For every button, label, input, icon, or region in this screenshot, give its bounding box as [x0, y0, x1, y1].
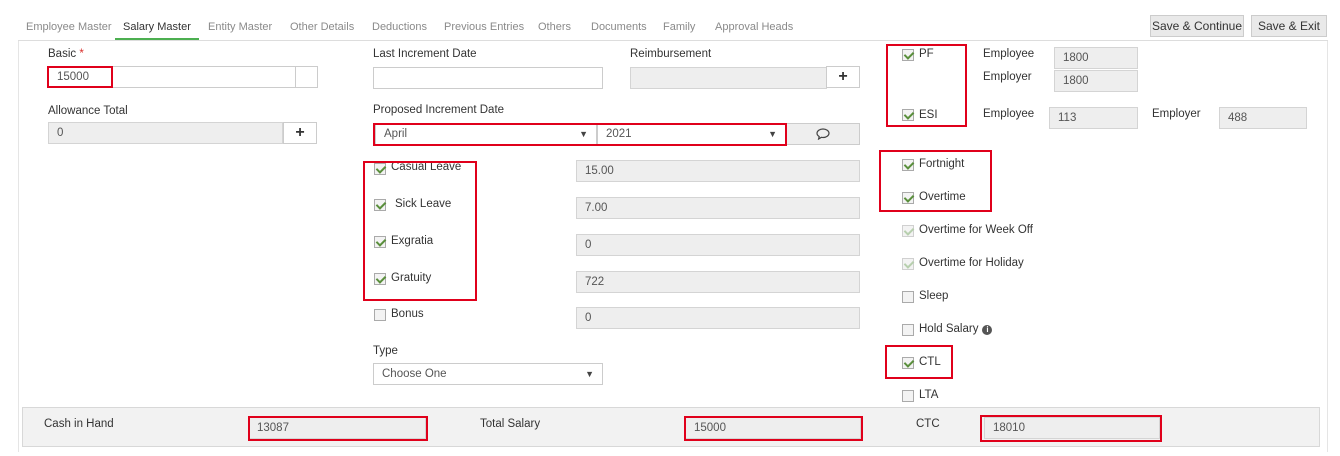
- type-select[interactable]: Choose One ▼: [373, 363, 603, 385]
- tab-bar: Employee Master Salary Master Entity Mas…: [18, 16, 1340, 40]
- proposed-increment-date-label: Proposed Increment Date: [373, 104, 505, 116]
- tab-salary-master[interactable]: Salary Master: [115, 16, 199, 40]
- cash-in-hand-input[interactable]: 13087: [248, 417, 426, 439]
- plus-icon: +: [838, 68, 848, 85]
- type-label: Type: [373, 345, 398, 357]
- exgratia-input[interactable]: 0: [576, 234, 860, 256]
- reimbursement-add-button[interactable]: +: [826, 66, 860, 88]
- gratuity-label: Gratuity: [391, 272, 432, 284]
- reimbursement-label: Reimbursement: [630, 48, 712, 60]
- increment-year-select[interactable]: 2021 ▼: [597, 123, 786, 145]
- esi-label: ESI: [919, 109, 938, 121]
- hold-salary-checkbox[interactable]: [902, 324, 914, 336]
- exgratia-checkbox[interactable]: [374, 236, 386, 248]
- sleep-label: Sleep: [919, 290, 949, 302]
- chevron-down-icon: ▼: [585, 369, 594, 379]
- chevron-down-icon: ▼: [768, 129, 777, 139]
- increment-year-value: 2021: [606, 128, 632, 140]
- esi-employer-input[interactable]: 488: [1219, 107, 1307, 129]
- basic-addon[interactable]: [295, 66, 318, 88]
- pf-label: PF: [919, 48, 934, 60]
- tab-employee-master[interactable]: Employee Master: [26, 16, 112, 40]
- sick-leave-checkbox[interactable]: [374, 199, 386, 211]
- tab-other-details[interactable]: Other Details: [290, 16, 354, 40]
- total-salary-input[interactable]: 15000: [685, 417, 861, 439]
- tab-deductions[interactable]: Deductions: [372, 16, 427, 40]
- exgratia-label: Exgratia: [391, 235, 434, 247]
- basic-label: Basic *: [48, 48, 84, 60]
- pf-employer-label: Employer: [983, 71, 1032, 83]
- hold-salary-label: Hold Salary i: [919, 323, 993, 335]
- tab-others[interactable]: Others: [538, 16, 571, 40]
- casual-leave-input[interactable]: 15.00: [576, 160, 860, 182]
- basic-input[interactable]: 15000: [48, 66, 296, 88]
- increment-month-value: April: [384, 128, 408, 140]
- save-exit-button[interactable]: Save & Exit: [1251, 15, 1327, 37]
- tab-previous-entries[interactable]: Previous Entries: [444, 16, 524, 40]
- sick-leave-label: Sick Leave: [395, 198, 452, 210]
- casual-leave-label: Casual Leave: [391, 161, 462, 173]
- sleep-checkbox[interactable]: [902, 291, 914, 303]
- pf-employee-input[interactable]: 1800: [1054, 47, 1138, 69]
- overtime-week-off-checkbox[interactable]: [902, 225, 914, 237]
- casual-leave-checkbox[interactable]: [374, 163, 386, 175]
- reimbursement-input[interactable]: [630, 67, 827, 89]
- fortnight-checkbox[interactable]: [902, 159, 914, 171]
- ctc-label: CTC: [916, 418, 940, 430]
- gratuity-input[interactable]: 722: [576, 271, 860, 293]
- bonus-label: Bonus: [391, 308, 424, 320]
- save-continue-button[interactable]: Save & Continue: [1150, 15, 1244, 37]
- cash-in-hand-label: Cash in Hand: [44, 418, 114, 430]
- sick-leave-input[interactable]: 7.00: [576, 197, 860, 219]
- lta-label: LTA: [919, 389, 939, 401]
- tab-entity-master[interactable]: Entity Master: [208, 16, 272, 40]
- esi-checkbox[interactable]: [902, 109, 914, 121]
- ctl-checkbox[interactable]: [902, 357, 914, 369]
- last-increment-date-label: Last Increment Date: [373, 48, 477, 60]
- tab-approval-heads[interactable]: Approval Heads: [715, 16, 793, 40]
- info-circle-icon[interactable]: i: [982, 325, 993, 335]
- allowance-total-input[interactable]: 0: [48, 122, 283, 144]
- type-select-value: Choose One: [382, 368, 447, 380]
- overtime-holiday-label: Overtime for Holiday: [919, 257, 1024, 269]
- fortnight-label: Fortnight: [919, 158, 965, 170]
- overtime-holiday-checkbox[interactable]: [902, 258, 914, 270]
- last-increment-date-input[interactable]: [373, 67, 603, 89]
- pf-employee-label: Employee: [983, 48, 1035, 60]
- overtime-label: Overtime: [919, 191, 966, 203]
- ctc-input[interactable]: 18010: [984, 417, 1160, 439]
- allowance-add-button[interactable]: +: [283, 122, 317, 144]
- esi-employee-label: Employee: [983, 108, 1035, 120]
- allowance-total-label: Allowance Total: [48, 105, 128, 117]
- esi-employer-label: Employer: [1152, 108, 1201, 120]
- gratuity-checkbox[interactable]: [374, 273, 386, 285]
- bonus-input[interactable]: 0: [576, 307, 860, 329]
- overtime-checkbox[interactable]: [902, 192, 914, 204]
- increment-month-select[interactable]: April ▼: [375, 123, 597, 145]
- tab-family[interactable]: Family: [663, 16, 695, 40]
- pf-employer-input[interactable]: 1800: [1054, 70, 1138, 92]
- bonus-checkbox[interactable]: [374, 309, 386, 321]
- lta-checkbox[interactable]: [902, 390, 914, 402]
- chevron-down-icon: ▼: [579, 129, 588, 139]
- plus-icon: +: [295, 124, 305, 141]
- pf-checkbox[interactable]: [902, 49, 914, 61]
- total-salary-label: Total Salary: [480, 418, 541, 430]
- comment-icon: [816, 128, 830, 141]
- overtime-week-off-label: Overtime for Week Off: [919, 224, 1033, 236]
- esi-employee-input[interactable]: 113: [1049, 107, 1138, 129]
- tab-divider: [18, 40, 1328, 41]
- ctl-label: CTL: [919, 356, 941, 368]
- tab-documents[interactable]: Documents: [591, 16, 647, 40]
- increment-comment-button[interactable]: [786, 123, 860, 145]
